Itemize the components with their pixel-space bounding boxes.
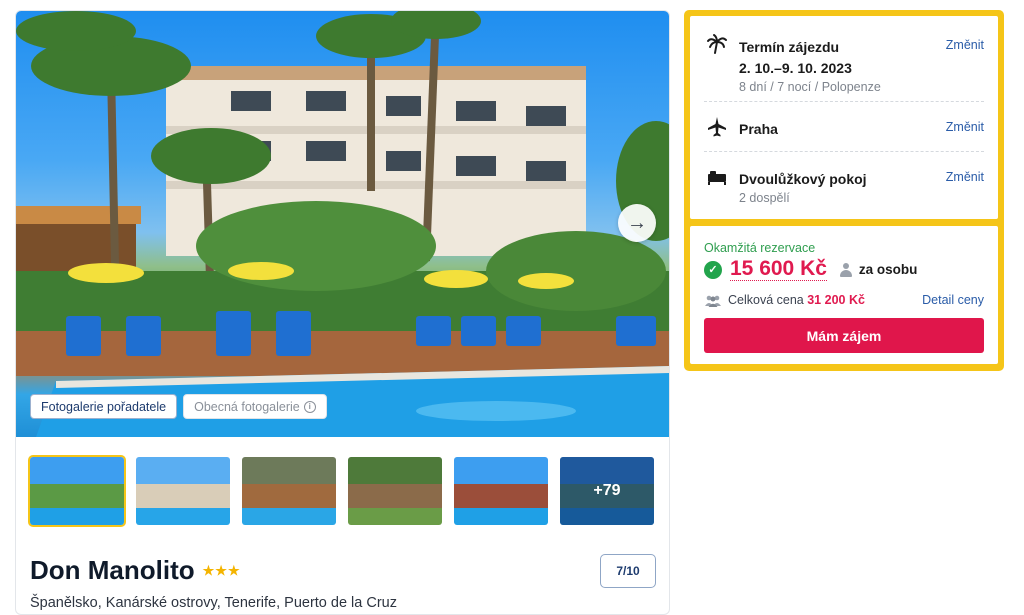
thumbnail-2[interactable] xyxy=(136,457,230,525)
hotel-name: Don Manolito xyxy=(30,555,195,585)
change-term-link[interactable]: Změnit xyxy=(946,38,984,52)
gallery-tabs: Fotogalerie pořadatele Obecná fotogaleri… xyxy=(30,394,327,419)
term-title: Termín zájezdu xyxy=(739,39,840,55)
change-departure-link[interactable]: Změnit xyxy=(946,120,984,134)
term-dates: 2. 10.–9. 10. 2023 xyxy=(739,60,852,76)
hotel-pool-photo xyxy=(16,11,669,437)
group-icon xyxy=(705,295,721,307)
thumbnail-3[interactable] xyxy=(242,457,336,525)
thumbnail-5[interactable] xyxy=(454,457,548,525)
hotel-gallery-card: → Fotogalerie pořadatele Obecná fotogale… xyxy=(15,10,670,615)
thumbnail-4[interactable] xyxy=(348,457,442,525)
tab-label: Fotogalerie pořadatele xyxy=(41,399,167,414)
total-price-row: Celková cena 31 200 Kč Detail ceny xyxy=(704,293,984,309)
hotel-title: Don Manolito ★★★ xyxy=(30,555,241,586)
total-price-label: Celková cena xyxy=(728,293,804,307)
star-rating-icon: ★★★ xyxy=(202,562,241,578)
instant-reservation-label: Okamžitá rezervace xyxy=(704,241,816,255)
bed-icon xyxy=(708,171,726,185)
tab-label: Obecná fotogalerie xyxy=(194,399,300,414)
term-detail: 8 dní / 7 nocí / Polopenze xyxy=(739,80,881,94)
room-occupancy: 2 dospělí xyxy=(739,191,790,205)
thumbnail-strip: +79 xyxy=(28,455,654,527)
info-icon: i xyxy=(303,400,316,413)
person-icon xyxy=(839,262,853,277)
trip-details-box: Termín zájezdu 2. 10.–9. 10. 2023 8 dní … xyxy=(690,16,998,219)
price-box: Okamžitá rezervace ✓ 15 600 Kč za osobu … xyxy=(690,226,998,364)
check-circle-icon: ✓ xyxy=(704,260,722,279)
thumbnail-more[interactable]: +79 xyxy=(560,457,654,525)
per-person-text: za osobu xyxy=(858,262,918,278)
interest-button[interactable]: Mám zájem xyxy=(704,318,984,353)
more-photos-count: +79 xyxy=(560,457,654,525)
price-row: ✓ 15 600 Kč za osobu xyxy=(704,257,918,282)
airplane-icon xyxy=(708,117,726,137)
next-photo-button[interactable]: → xyxy=(618,204,656,242)
rating-badge[interactable]: 7/10 xyxy=(600,554,656,588)
tab-organizer-gallery[interactable]: Fotogalerie pořadatele xyxy=(30,394,178,419)
thumbnail-1[interactable] xyxy=(28,455,126,527)
price-detail-link[interactable]: Detail ceny xyxy=(922,293,984,307)
booking-panel: Termín zájezdu 2. 10.–9. 10. 2023 8 dní … xyxy=(684,10,1004,371)
divider xyxy=(704,101,984,102)
price-per-person[interactable]: 15 600 Kč xyxy=(730,257,827,282)
total-price-value: 31 200 Kč xyxy=(807,293,865,307)
room-type: Dvoulůžkový pokoj xyxy=(739,171,867,187)
hotel-location: Španělsko, Kanárské ostrovy, Tenerife, P… xyxy=(30,595,397,611)
change-room-link[interactable]: Změnit xyxy=(946,170,984,184)
divider xyxy=(704,151,984,152)
arrow-right-icon: → xyxy=(627,211,647,234)
total-price-text: Celková cena 31 200 Kč xyxy=(728,293,865,307)
per-person-label: za osobu xyxy=(839,262,918,278)
departure-city: Praha xyxy=(739,121,778,137)
palm-tree-icon xyxy=(707,34,727,54)
hero-photo[interactable]: → Fotogalerie pořadatele Obecná fotogale… xyxy=(16,11,669,437)
tab-general-gallery[interactable]: Obecná fotogalerie i xyxy=(183,394,327,419)
